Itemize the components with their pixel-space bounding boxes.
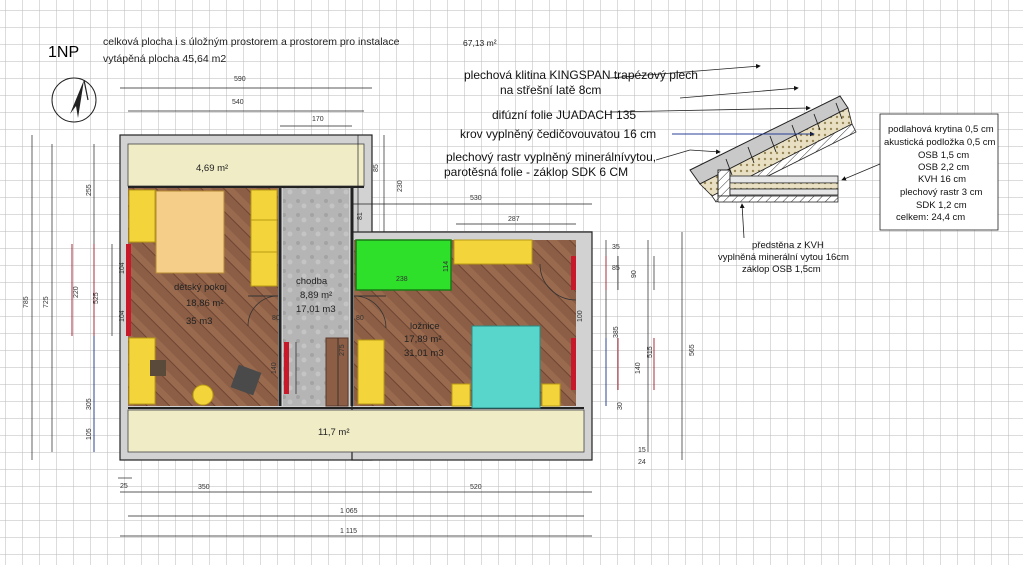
dim-565: 565 (689, 344, 696, 356)
child-heater-left (126, 244, 131, 336)
child-room-area: 18,86 m² (186, 298, 224, 309)
floor-layer-5: KVH 16 cm (918, 174, 966, 185)
bedroom-nightstand-left (451, 383, 471, 407)
floor-label: 1NP (48, 44, 79, 61)
dim-530: 530 (470, 195, 482, 202)
dim-255: 255 (86, 184, 93, 196)
dim-275: 275 (339, 344, 346, 356)
dim-350: 350 (198, 484, 210, 491)
child-chair (150, 360, 166, 376)
roof-note-5: plechový rastr vyplněný minerálnívytou, (446, 150, 656, 164)
dim-35: 35 (612, 244, 620, 251)
dim-287: 287 (508, 216, 520, 223)
dim-104-a: 104 (119, 262, 126, 274)
floor-plan-svg: 1NP celková plocha i s úložným prostorem… (0, 0, 1023, 565)
roof-note-4: krov vyplněný čedičovouvatou 16 cm (460, 127, 656, 141)
wall-note-2: vyplněná minerální vytou 16cm (718, 252, 849, 263)
storage-top-area: 4,69 m² (196, 163, 228, 174)
bedroom-dresser (357, 339, 385, 405)
dim-230: 230 (397, 180, 404, 192)
dim-305: 305 (86, 398, 93, 410)
child-cabinet-2 (250, 189, 278, 287)
bedroom-heater-2 (571, 338, 576, 390)
bedroom-name: ložnice (410, 321, 440, 332)
dim-100: 100 (577, 310, 584, 322)
dim-525: 525 (93, 292, 100, 304)
total-area-value: 67,13 m² (463, 38, 497, 48)
dim-220: 220 (73, 286, 80, 298)
dim-114: 114 (443, 261, 450, 272)
child-stool (192, 384, 214, 406)
dim-1065: 1 065 (340, 508, 358, 515)
dim-85-b: 85 (612, 265, 620, 272)
wardrobe-dim: 238 (396, 276, 408, 283)
dim-80-a: 80 (272, 315, 280, 322)
hall-volume: 17,01 m3 (296, 304, 336, 315)
dim-140-a: 140 (271, 362, 278, 374)
storage-bottom-area: 11,7 m² (318, 427, 350, 438)
dim-540: 540 (232, 99, 244, 106)
floor-layer-4: OSB 2,2 cm (918, 162, 969, 173)
dim-1115: 1 115 (340, 528, 357, 535)
floor-layer-3: OSB 1,5 cm (918, 150, 969, 161)
dim-385: 385 (613, 326, 620, 338)
child-bed (155, 190, 225, 274)
bedroom-volume: 31,01 m3 (404, 348, 444, 359)
floor-layer-1: podlahová krytina 0,5 cm (888, 124, 994, 135)
total-area-label: celková plocha i s úložným prostorem a p… (103, 36, 400, 48)
floor-layer-2: akustická podložka 0,5 cm (884, 137, 996, 148)
dim-170: 170 (312, 116, 324, 123)
dim-515: 515 (647, 346, 654, 358)
dim-85: 85 (373, 164, 380, 172)
floor-layer-7: SDK 1,2 cm (916, 200, 967, 211)
dim-520: 520 (470, 484, 482, 491)
roof-note-6: parotěsná folie - záklop SDK 6 CM (444, 165, 628, 179)
storage-bottom (127, 409, 585, 453)
bedroom-area: 17,89 m² (404, 334, 442, 345)
roof-note-2: na střešní latě 8cm (500, 83, 601, 97)
storage-top (127, 143, 365, 187)
bedroom-nightstand-right (541, 383, 561, 407)
floor-layer-6: plechový rastr 3 cm (900, 187, 982, 198)
wall-note-1: předstěna z KVH (752, 240, 824, 251)
child-room-volume: 35 m3 (186, 316, 212, 327)
hall-area: 8,89 m² (300, 290, 332, 301)
dim-80-b: 80 (356, 315, 364, 322)
bedroom-heater-1 (571, 256, 576, 290)
dim-300-right: 30 (617, 402, 624, 410)
child-room-name: dětský pokoj (174, 282, 227, 293)
hall-name: chodba (296, 276, 328, 287)
dim-104-b: 104 (119, 310, 126, 322)
dim-785: 785 (23, 296, 30, 308)
dim-140-b: 140 (635, 362, 642, 374)
dim-25: 25 (120, 483, 128, 490)
wall-note-3: záklop OSB 1,5cm (742, 264, 821, 275)
dim-90: 90 (631, 270, 638, 278)
child-heater-hall (284, 342, 289, 394)
child-cabinet-1 (128, 189, 156, 243)
roof-note-1: plechová klitina KINGSPAN trapézový plec… (464, 68, 698, 82)
dim-590: 590 (234, 76, 246, 83)
dim-15: 15 (638, 447, 646, 454)
dim-24: 24 (638, 459, 646, 466)
bedroom-cabinet-top (453, 239, 533, 265)
roof-note-3: difúzní folie JUADACH 135 (492, 108, 636, 122)
heated-area-label: vytápěná plocha 45,64 m2 (103, 53, 226, 65)
floor-plan-drawing: 1NP celková plocha i s úložným prostorem… (0, 0, 1023, 565)
bedroom-bed (471, 325, 541, 409)
dim-725: 725 (43, 296, 50, 308)
dim-81: 81 (357, 212, 364, 220)
dim-105: 105 (86, 428, 93, 440)
floor-layer-8: celkem: 24,4 cm (896, 212, 965, 223)
